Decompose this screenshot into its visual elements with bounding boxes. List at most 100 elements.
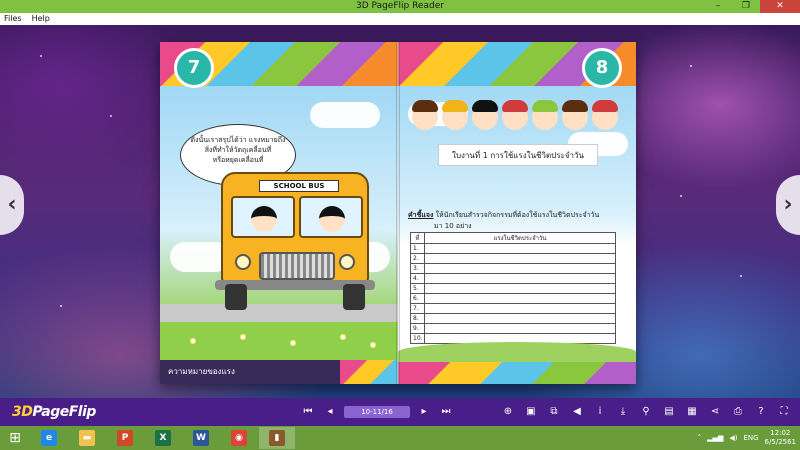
- network-icon[interactable]: ▂▄▆: [707, 434, 723, 442]
- table-row: 1.: [410, 243, 616, 254]
- reader-stage: ‹ › 7 ดังนั้นเราสรุปได้ว่า แรงหมายถึง สิ…: [0, 25, 800, 398]
- zoom-icon[interactable]: ⊕: [500, 404, 516, 420]
- row-number: 5.: [410, 283, 425, 294]
- volume-icon[interactable]: ◀): [729, 434, 737, 442]
- flower: [240, 334, 246, 340]
- language-indicator[interactable]: ENG: [743, 434, 758, 442]
- windows-taskbar: ⊞ e ▬ P X W ◉ ▮ ˄ ▂▄▆ ◀) ENG 12:02 6/5/2561: [0, 426, 800, 450]
- bubble-line: สิ่งที่ทำให้วัตถุเคลื่อนที่: [204, 146, 272, 154]
- table-row: 5.: [410, 283, 616, 294]
- maximize-button[interactable]: ❐: [732, 0, 760, 13]
- bookmark-icon[interactable]: ▤: [661, 404, 677, 420]
- flower: [340, 334, 346, 340]
- previous-page-icon[interactable]: ◂: [322, 404, 338, 420]
- instruction-body: ให้นักเรียนสำรวจกิจกรรมที่ต้องใช้แรงในชี…: [435, 211, 600, 219]
- taskbar-app-file-explorer[interactable]: ▬: [69, 427, 105, 449]
- single-page-icon[interactable]: ▣: [523, 404, 539, 420]
- taskbar-apps: e ▬ P X W ◉ ▮: [30, 427, 296, 449]
- info-icon[interactable]: i: [592, 404, 608, 420]
- window-controls: – ❐ ✕: [704, 0, 800, 13]
- download-icon[interactable]: ⤓: [615, 404, 631, 420]
- flower: [290, 340, 296, 346]
- tray-up-icon[interactable]: ˄: [698, 434, 702, 442]
- page-number-field[interactable]: 10-11/16: [344, 406, 410, 418]
- thumbnails-icon[interactable]: ▦: [684, 404, 700, 420]
- bus-sign: SCHOOL BUS: [259, 180, 339, 192]
- fullscreen-icon[interactable]: ⛶: [776, 404, 792, 420]
- file-explorer-icon: ▬: [79, 430, 95, 446]
- last-page-icon[interactable]: ⏭: [438, 404, 454, 420]
- row-number: 10.: [410, 333, 425, 344]
- share-icon[interactable]: ⋖: [707, 404, 723, 420]
- clock[interactable]: 12:02 6/5/2561: [765, 429, 796, 447]
- table-row: 9.: [410, 323, 616, 334]
- table-row: 7.: [410, 303, 616, 314]
- cloud-decoration: [310, 102, 380, 128]
- previous-page-arrow[interactable]: ‹: [0, 175, 24, 235]
- row-activity-cell: [424, 313, 616, 324]
- row-number: 1.: [410, 243, 425, 254]
- menu-help[interactable]: Help: [32, 13, 50, 25]
- page-number-left: 7: [174, 48, 214, 88]
- internet-explorer-icon: e: [41, 430, 57, 446]
- bus-grille: [259, 252, 335, 280]
- excel-icon: X: [155, 430, 171, 446]
- bus-wheel: [343, 284, 365, 310]
- row-activity-cell: [424, 303, 616, 314]
- left-page[interactable]: 7 ดังนั้นเราสรุปได้ว่า แรงหมายถึง สิ่งที…: [160, 42, 398, 384]
- row-activity-cell: [424, 263, 616, 274]
- bubble-line: ดังนั้นเราสรุปได้ว่า แรงหมายถึง: [190, 136, 286, 144]
- help-icon[interactable]: ?: [753, 404, 769, 420]
- double-page-icon[interactable]: ⧉: [546, 404, 562, 420]
- table-row: 8.: [410, 313, 616, 324]
- row-activity-cell: [424, 323, 616, 334]
- next-page-icon[interactable]: ▸: [416, 404, 432, 420]
- chrome-icon: ◉: [231, 430, 247, 446]
- menu-files[interactable]: Files: [4, 13, 22, 25]
- child-head: [251, 206, 277, 232]
- taskbar-app-chrome[interactable]: ◉: [221, 427, 257, 449]
- next-page-arrow[interactable]: ›: [776, 175, 800, 235]
- row-activity-cell: [424, 283, 616, 294]
- system-tray: ˄ ▂▄▆ ◀) ENG 12:02 6/5/2561: [698, 426, 796, 450]
- table-row: 6.: [410, 293, 616, 304]
- footer-text: ความหมายของแรง: [168, 367, 235, 376]
- headlight: [339, 254, 355, 270]
- row-number: 8.: [410, 313, 425, 324]
- sound-icon[interactable]: ◀: [569, 404, 585, 420]
- title-bar: 3D PageFlip Reader – ❐ ✕: [0, 0, 800, 13]
- window-title: 3D PageFlip Reader: [356, 1, 444, 11]
- page-number-right: 8: [582, 48, 622, 88]
- table-row: 3.: [410, 263, 616, 274]
- taskbar-app-pageflip-reader[interactable]: ▮: [259, 427, 295, 449]
- star-decoration: [40, 55, 42, 57]
- row-number: 3.: [410, 263, 425, 274]
- reader-toolbar: 3DPageFlip ⏮ ◂ 10-11/16 ▸ ⏭ ⊕ ▣ ⧉ ◀ i ⤓ …: [0, 398, 800, 426]
- worksheet-table: ที่ แรงในชีวิตประจำวัน 1. 2. 3. 4. 5. 6. 7. 8. 9…: [410, 232, 616, 344]
- print-icon[interactable]: ⎙: [730, 404, 746, 420]
- close-button[interactable]: ✕: [760, 0, 800, 13]
- instruction-body: มา 10 อย่าง: [434, 222, 472, 230]
- right-page[interactable]: 8 ใบงานที่ 1 การใช้แรงในชีวิตประจำวัน คำ…: [398, 42, 636, 384]
- menu-bar: Files Help: [0, 13, 800, 25]
- row-activity-cell: [424, 253, 616, 264]
- footer-stripe: [340, 360, 398, 384]
- star-decoration: [690, 65, 692, 67]
- clock-date: 6/5/2561: [764, 438, 796, 446]
- taskbar-app-powerpoint[interactable]: P: [107, 427, 143, 449]
- row-activity-cell: [424, 243, 616, 254]
- flipbook[interactable]: 7 ดังนั้นเราสรุปได้ว่า แรงหมายถึง สิ่งที…: [160, 42, 636, 384]
- start-icon[interactable]: ⊞: [0, 426, 30, 450]
- row-activity-cell: [424, 273, 616, 284]
- first-page-icon[interactable]: ⏮: [300, 404, 316, 420]
- instruction-text: คำชี้แจง ให้นักเรียนสำรวจกิจกรรมที่ต้องใ…: [408, 210, 628, 232]
- footer-stripe: [398, 362, 636, 384]
- taskbar-app-word[interactable]: W: [183, 427, 219, 449]
- bus-window: [299, 196, 363, 238]
- minimize-button[interactable]: –: [704, 0, 732, 13]
- clock-time: 12:02: [770, 429, 791, 437]
- bus-body: SCHOOL BUS: [221, 172, 369, 284]
- search-icon[interactable]: ⚲: [638, 404, 654, 420]
- taskbar-app-internet-explorer[interactable]: e: [31, 427, 67, 449]
- taskbar-app-excel[interactable]: X: [145, 427, 181, 449]
